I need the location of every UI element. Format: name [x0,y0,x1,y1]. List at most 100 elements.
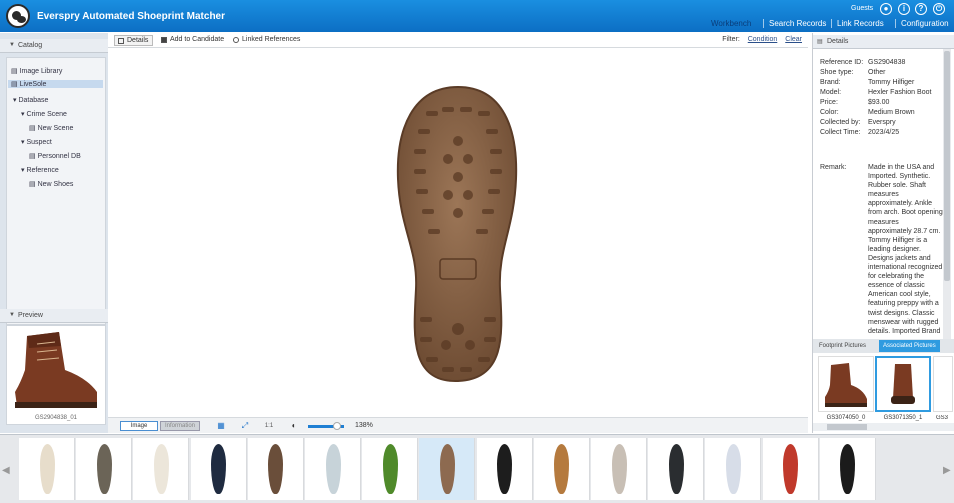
clear-link[interactable]: Clear [785,36,802,43]
details-scrollbar[interactable] [943,49,951,339]
detail-label: Model: [820,89,842,96]
sole-print-image [39,444,55,494]
strip-sole-thumb[interactable] [648,438,705,500]
power-icon[interactable]: ⏻ [933,3,945,15]
thumb-caption: GS3 [935,415,948,421]
tree-item-suspect[interactable]: ▾ Suspect [21,138,52,146]
strip-sole-thumb[interactable] [419,438,476,500]
actual-size-icon[interactable]: 1:1 [264,421,274,431]
strip-sole-thumb[interactable] [762,438,819,500]
detail-label: Reference ID: [820,59,864,66]
tree-item-database[interactable]: ▾ Database [13,96,48,104]
thumb-caption: GS3074050_0 [826,415,866,421]
associated-thumb[interactable] [933,356,953,412]
catalog-header[interactable]: ▼ Catalog [0,39,108,53]
strip-sole-thumb[interactable] [76,438,133,500]
tree-item-new-shoes[interactable]: ▤ New Shoes [29,180,73,188]
zoom-slider[interactable] [308,422,344,430]
sole-print-image [725,444,741,494]
condition-link[interactable]: Condition [748,36,778,43]
grid-view-icon[interactable]: ▦ [216,421,226,431]
collapse-caret-icon[interactable]: ▼ [9,312,15,318]
tree-item-livesole[interactable]: ▤ LiveSole [8,80,103,88]
detail-label: Price: [820,99,838,106]
sole-print-image [840,444,856,494]
scrollbar-thumb[interactable] [944,51,950,281]
strip-sole-thumb[interactable] [362,438,419,500]
thumb-caption: GS3071350_1 [883,415,923,421]
viewer-toolbar: Details Add to Candidate Linked Referenc… [108,33,808,48]
preview-header[interactable]: ▼ Preview [0,309,108,323]
tree-item-image-library[interactable]: ▤ Image Library [11,67,62,75]
details-icon: ▤ [817,39,823,45]
associated-thumb[interactable] [818,356,874,412]
details-panel: ▤ Details Reference ID: GS2904838 Shoe t… [812,33,954,433]
strip-sole-thumb[interactable] [533,438,590,500]
detail-label: Collected by: [820,119,861,126]
nav-search-records[interactable]: Search Records [763,19,826,28]
linked-references-button[interactable]: Linked References [230,36,300,43]
tree-item-personnel-db[interactable]: ▤ Personnel DB [29,152,81,160]
user-icon[interactable]: ● [880,3,892,15]
user-name[interactable]: Guests [851,5,873,12]
sole-print-image [783,444,799,494]
tree-item-new-scene[interactable]: ▤ New Scene [29,124,73,132]
detail-label: Brand: [820,79,841,86]
strip-sole-thumb[interactable] [133,438,190,500]
associated-thumb[interactable] [875,356,931,412]
picture-tabs: Footprint Pictures Associated Pictures [813,339,954,353]
collapse-caret-icon[interactable]: ▼ [9,42,15,48]
sole-print-image [554,444,570,494]
strip-sole-thumb[interactable] [705,438,762,500]
tree-item-reference[interactable]: ▾ Reference [21,166,59,174]
detail-value: Other [868,69,886,76]
catalog-tree: ▤ Image Library ▤ LiveSole ▾ Database ▾ … [6,57,106,325]
link-icon [233,37,239,43]
sole-print-image [153,444,169,494]
details-button[interactable]: Details [114,35,154,46]
sole-print-image [611,444,627,494]
strip-sole-thumb[interactable] [190,438,247,500]
tab-footprint-pictures[interactable]: Footprint Pictures [815,340,870,352]
scrollbar-thumb[interactable] [827,424,867,430]
associated-thumbnails: GS3074050_0 GS3071350_1 GS3 [813,353,954,433]
add-candidate-button[interactable]: Add to Candidate [158,36,224,43]
strip-right-arrow-icon[interactable]: ▶ [943,465,951,476]
info-icon[interactable]: i [898,3,910,15]
add-icon [161,37,167,43]
information-tab[interactable]: Information [160,421,200,431]
image-tab[interactable]: Image [120,421,158,431]
remark-label: Remark: [820,164,847,171]
strip-sole-thumb[interactable] [591,438,647,500]
strip-sole-thumb[interactable] [819,438,876,500]
shoeprint-canvas[interactable] [108,49,808,414]
sole-print-image [497,444,513,494]
nav-configuration[interactable]: Configuration [895,19,949,28]
strip-left-arrow-icon[interactable]: ◀ [2,465,10,476]
strip-sole-thumb[interactable] [19,438,75,500]
zoom-slider-handle[interactable] [332,422,341,430]
strip-sole-thumb[interactable] [247,438,304,500]
strip-sole-thumb[interactable] [476,438,533,500]
detail-value: Medium Brown [868,109,915,116]
detail-value: GS2904838 [868,59,906,66]
sole-print-image [668,444,684,494]
nav-workbench[interactable]: Workbench [711,19,751,28]
app-logo [6,4,30,28]
thumbs-scrollbar[interactable] [813,423,954,431]
tree-item-crime-scene[interactable]: ▾ Crime Scene [21,110,67,118]
left-panel: ▼ Catalog ▤ Image Library ▤ LiveSole ▾ D… [0,33,108,433]
sole-film-strip: ◀ ▶ [0,434,954,503]
tab-associated-pictures[interactable]: Associated Pictures [879,340,940,352]
strip-sole-thumb[interactable] [305,438,361,500]
detail-value: $93.00 [868,99,890,106]
detail-label: Color: [820,109,839,116]
contrast-icon[interactable]: ◐ [289,421,299,431]
help-icon[interactable]: ? [915,3,927,15]
app-window: Everspry Automated Shoeprint Matcher Gue… [0,0,954,503]
sole-print-image [211,444,227,494]
fit-screen-icon[interactable]: ⤢ [240,421,250,431]
viewer-panel: Details Add to Candidate Linked Referenc… [108,33,808,433]
nav-link-records[interactable]: Link Records [831,19,884,28]
zoom-level: 138% [355,422,373,429]
